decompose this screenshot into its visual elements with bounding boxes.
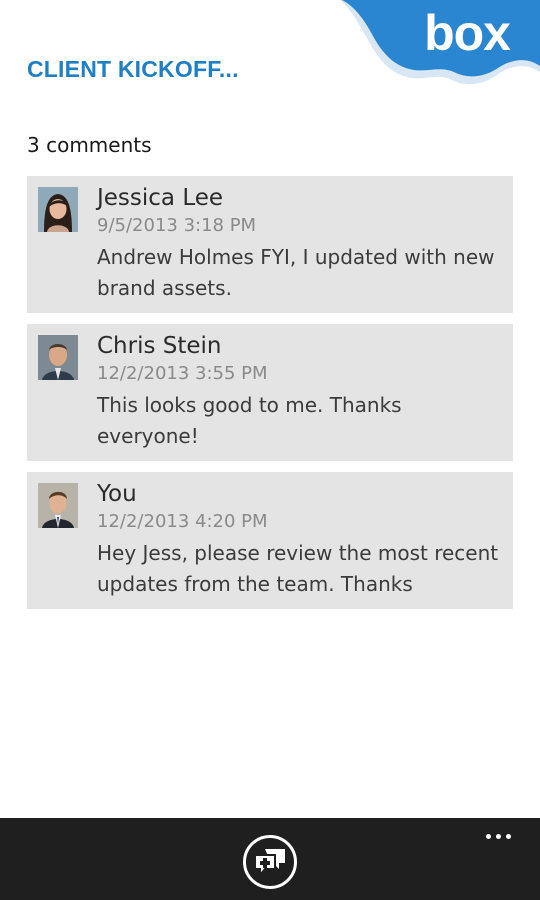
ellipsis-icon	[505, 833, 511, 839]
avatar-jessica-lee-icon	[38, 187, 78, 232]
comment-text: This looks good to me. Thanks everyone!	[97, 393, 402, 448]
ellipsis-icon	[495, 833, 501, 839]
comment-item[interactable]: Jessica Lee 9/5/2013 3:18 PM Andrew Holm…	[27, 176, 513, 313]
header: CLIENT KICKOFF... box	[0, 0, 540, 110]
brand-badge: box	[340, 0, 540, 100]
add-comment-icon	[254, 849, 285, 877]
box-logo: box	[424, 5, 511, 61]
comment-timestamp: 12/2/2013 3:55 PM	[97, 363, 268, 384]
comment-author: Jessica Lee	[97, 185, 224, 211]
more-options-button[interactable]	[478, 826, 518, 846]
comment-text: Andrew Holmes FYI, I updated with new br…	[97, 245, 495, 300]
ellipsis-icon	[485, 833, 491, 839]
add-comment-button[interactable]	[243, 835, 297, 889]
comment-item[interactable]: Chris Stein 12/2/2013 3:55 PM This looks…	[27, 324, 513, 461]
app-bar	[0, 818, 540, 900]
comment-item[interactable]: You 12/2/2013 4:20 PM Hey Jess, please r…	[27, 472, 513, 609]
comment-text: Hey Jess, please review the most recent …	[97, 541, 499, 596]
page-title: CLIENT KICKOFF...	[27, 56, 239, 82]
avatar-chris-stein-icon	[38, 335, 78, 380]
comment-list: Jessica Lee 9/5/2013 3:18 PM Andrew Holm…	[27, 176, 513, 620]
comment-author: You	[97, 481, 137, 507]
comment-timestamp: 12/2/2013 4:20 PM	[97, 511, 268, 532]
comment-timestamp: 9/5/2013 3:18 PM	[97, 215, 257, 236]
comment-author: Chris Stein	[97, 333, 222, 359]
avatar-you-icon	[38, 483, 78, 528]
comment-count: 3 comments	[27, 133, 152, 157]
